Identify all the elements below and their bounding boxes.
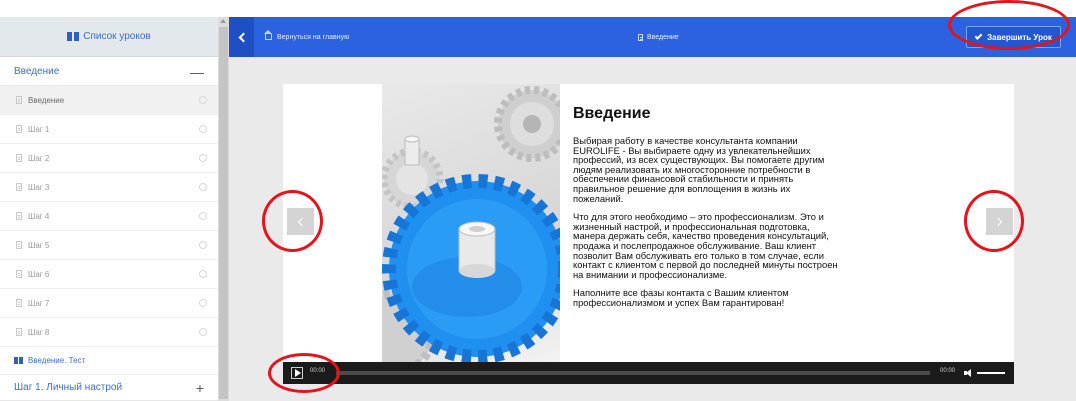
document-icon <box>16 299 22 307</box>
document-icon <box>16 125 22 133</box>
document-icon <box>16 183 22 191</box>
annotation-ring-play <box>268 353 340 393</box>
lesson-item-label: Шаг 2 <box>28 153 50 163</box>
duration: 00:00 <box>940 368 956 374</box>
lesson-item-step-8[interactable]: Шаг 8 <box>0 318 218 347</box>
lesson-item-step-6[interactable]: Шаг 6 <box>0 260 218 289</box>
volume-slider[interactable] <box>977 372 1005 374</box>
lesson-item-intro[interactable]: Введение <box>0 86 218 115</box>
lesson-content-area: Введение Выбирая работу в качестве консу… <box>229 57 1076 401</box>
lesson-item-label: Шаг 3 <box>28 182 50 192</box>
document-icon <box>16 270 22 278</box>
section-intro[interactable]: Введение — <box>0 58 218 86</box>
annotation-ring-prev <box>262 190 323 252</box>
slide-text: Введение Выбирая работу в качестве консу… <box>573 105 903 317</box>
lesson-item-label: Шаг 8 <box>28 327 50 337</box>
document-icon <box>16 328 22 336</box>
home-icon <box>264 30 272 40</box>
scroll-up-icon[interactable] <box>220 19 226 23</box>
document-icon <box>16 96 22 104</box>
lesson-item-step-1[interactable]: Шаг 1 <box>0 115 218 144</box>
back-to-home-link[interactable]: Вернуться на главную <box>264 17 350 57</box>
document-icon <box>16 212 22 220</box>
progress-circle-icon <box>199 241 207 249</box>
progress-circle-icon <box>199 328 207 336</box>
lesson-item-step-5[interactable]: Шаг 5 <box>0 231 218 260</box>
gears-icon <box>382 86 560 362</box>
expand-icon[interactable]: + <box>196 380 204 396</box>
lesson-title: Введение <box>638 17 679 57</box>
book-icon <box>67 32 80 41</box>
slide-paragraph-3: Наполните все фазы контакта с Вашим клие… <box>573 287 789 308</box>
progress-circle-icon <box>199 270 207 278</box>
progress-circle-icon <box>199 96 207 104</box>
sidebar-header[interactable]: Список уроков <box>0 17 218 57</box>
lesson-item-label: Шаг 1 <box>28 124 50 134</box>
progress-circle-icon <box>199 299 207 307</box>
lesson-item-label: Шаг 7 <box>28 298 50 308</box>
section-step-1-label: Шаг 1. Личный настрой <box>14 382 123 393</box>
progress-bar[interactable] <box>336 371 930 375</box>
scrollbar-thumb[interactable] <box>219 27 228 399</box>
lesson-item-label: Шаг 6 <box>28 269 50 279</box>
sidebar-scrollbar[interactable] <box>218 17 229 401</box>
lesson-item-step-4[interactable]: Шаг 4 <box>0 202 218 231</box>
book-icon <box>14 357 23 364</box>
lesson-item-test[interactable]: Введение. Тест <box>0 347 218 375</box>
lesson-sidebar: Список уроков Введение — Введение Шаг 1 … <box>0 17 229 401</box>
section-step-1[interactable]: Шаг 1. Личный настрой + <box>0 375 218 401</box>
audio-player: 00:00 00:00 <box>283 362 1014 384</box>
volume-icon[interactable] <box>964 369 972 377</box>
gears-illustration <box>382 84 560 362</box>
annotation-ring-finish <box>948 0 1070 50</box>
lesson-item-label: Шаг 5 <box>28 240 50 250</box>
slide-paragraph-1: Выбирая работу в качестве консультанта к… <box>573 135 825 204</box>
chevron-left-icon <box>238 32 248 42</box>
slide-paragraph-2: Что для этого необходимо – это профессио… <box>573 211 838 280</box>
lesson-item-step-3[interactable]: Шаг 3 <box>0 173 218 202</box>
document-icon <box>16 241 22 249</box>
slide: Введение Выбирая работу в качестве консу… <box>283 84 1014 384</box>
lesson-title-label: Введение <box>647 33 679 41</box>
progress-circle-icon <box>199 154 207 162</box>
slide-title: Введение <box>573 105 651 122</box>
section-intro-label: Введение <box>14 66 60 77</box>
annotation-ring-next <box>964 190 1024 252</box>
progress-circle-icon <box>199 183 207 191</box>
collapse-icon[interactable]: — <box>190 64 204 80</box>
lesson-item-test-label: Введение. Тест <box>28 356 86 365</box>
sidebar-header-label: Список уроков <box>83 31 151 42</box>
lesson-item-label: Введение <box>28 95 65 105</box>
progress-circle-icon <box>199 125 207 133</box>
lesson-item-label: Шаг 4 <box>28 211 50 221</box>
lesson-item-step-7[interactable]: Шаг 7 <box>0 289 218 318</box>
progress-circle-icon <box>199 212 207 220</box>
document-icon <box>16 154 22 162</box>
document-icon <box>638 33 643 41</box>
collapse-sidebar-button[interactable] <box>229 17 254 57</box>
lesson-item-step-2[interactable]: Шаг 2 <box>0 144 218 173</box>
back-to-home-label: Вернуться на главную <box>277 33 350 41</box>
